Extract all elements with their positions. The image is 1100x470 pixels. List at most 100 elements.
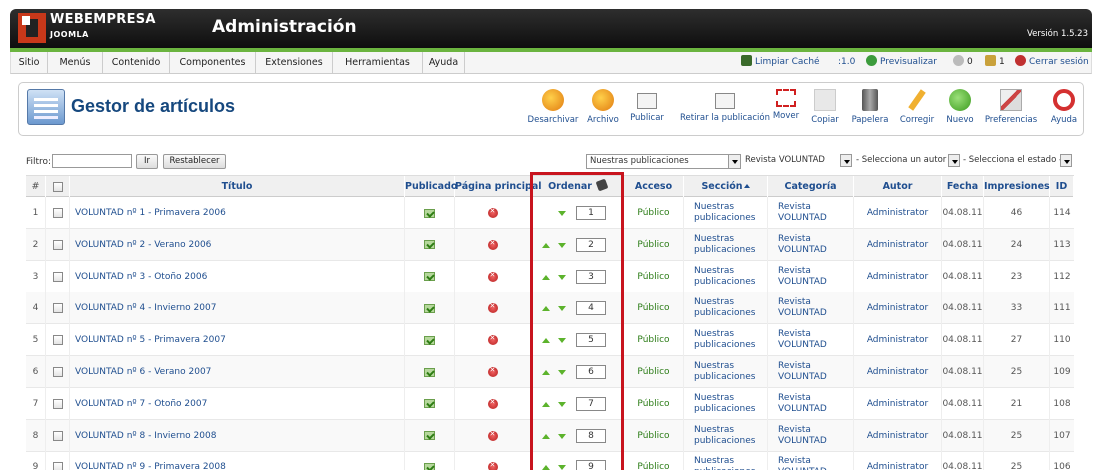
section-link[interactable]: Nuestras publicaciones <box>694 425 756 447</box>
article-title-link[interactable]: VOLUNTAD nº 9 - Primavera 2008 <box>75 462 226 470</box>
published-check-icon[interactable] <box>424 240 435 250</box>
new-button[interactable]: Nuevo <box>945 89 975 125</box>
archive-button[interactable]: Archivo <box>585 89 621 125</box>
access-link[interactable]: Público <box>637 335 669 345</box>
author-select[interactable]: - Selecciona un autor - <box>855 154 960 169</box>
article-title-link[interactable]: VOLUNTAD nº 7 - Otoño 2007 <box>75 399 207 409</box>
access-link[interactable]: Público <box>637 240 669 250</box>
access-link[interactable]: Público <box>637 367 669 377</box>
menu-sitio[interactable]: Sitio <box>11 52 48 73</box>
filter-go-button[interactable]: Ir <box>136 154 158 169</box>
section-link[interactable]: Nuestras publicaciones <box>694 266 756 288</box>
article-title-link[interactable]: VOLUNTAD nº 8 - Invierno 2008 <box>75 431 216 441</box>
frontpage-x-icon[interactable] <box>488 334 498 346</box>
section-link[interactable]: Nuestras publicaciones <box>694 297 756 319</box>
col-date[interactable]: Fecha <box>942 176 984 198</box>
menu-componentes[interactable]: Componentes <box>170 52 256 73</box>
row-checkbox[interactable] <box>52 239 63 250</box>
frontpage-x-icon[interactable] <box>488 271 498 282</box>
logout-link[interactable]: Cerrar sesión <box>1015 52 1089 73</box>
col-frontpage[interactable]: Página principal <box>455 176 542 198</box>
row-checkbox[interactable] <box>52 367 63 377</box>
published-check-icon[interactable] <box>424 208 435 218</box>
category-link[interactable]: Revista VOLUNTAD <box>778 456 840 470</box>
article-title-link[interactable]: VOLUNTAD nº 1 - Primavera 2006 <box>75 208 226 218</box>
move-button[interactable]: Mover <box>771 89 801 121</box>
published-check-icon[interactable] <box>424 335 435 345</box>
row-checkbox[interactable] <box>52 430 63 441</box>
clear-cache-link[interactable]: Limpiar Caché <box>741 52 820 73</box>
copy-button[interactable]: Copiar <box>810 89 840 125</box>
section-link[interactable]: Nuestras publicaciones <box>694 393 756 415</box>
filter-input[interactable] <box>52 154 132 168</box>
article-title-link[interactable]: VOLUNTAD nº 3 - Otoño 2006 <box>75 272 207 282</box>
article-title-link[interactable]: VOLUNTAD nº 6 - Verano 2007 <box>75 367 211 377</box>
published-check-icon[interactable] <box>424 399 435 409</box>
section-link[interactable]: Nuestras publicaciones <box>694 329 756 351</box>
access-link[interactable]: Público <box>637 462 669 470</box>
article-title-link[interactable]: VOLUNTAD nº 5 - Primavera 2007 <box>75 335 226 345</box>
author-link[interactable]: Administrator <box>867 240 928 250</box>
published-check-icon[interactable] <box>424 272 435 282</box>
col-access[interactable]: Acceso <box>624 176 684 198</box>
col-section[interactable]: Sección <box>684 176 768 198</box>
article-title-link[interactable]: VOLUNTAD nº 2 - Verano 2006 <box>75 240 211 250</box>
author-link[interactable]: Administrator <box>867 431 928 441</box>
author-link[interactable]: Administrator <box>867 399 928 409</box>
category-link[interactable]: Revista VOLUNTAD <box>778 425 840 447</box>
access-link[interactable]: Público <box>637 303 669 313</box>
author-link[interactable]: Administrator <box>867 303 928 313</box>
frontpage-x-icon[interactable] <box>488 461 498 470</box>
menu-ayuda[interactable]: Ayuda <box>423 52 465 73</box>
messages-count[interactable]: 0 <box>953 52 973 73</box>
row-checkbox[interactable] <box>52 398 63 409</box>
access-link[interactable]: Público <box>637 208 669 218</box>
category-link[interactable]: Revista VOLUNTAD <box>778 361 840 383</box>
col-published[interactable]: Publicado <box>405 176 457 198</box>
row-checkbox[interactable] <box>52 208 63 218</box>
col-id[interactable]: ID <box>1050 176 1074 198</box>
frontpage-x-icon[interactable] <box>488 239 498 250</box>
section-link[interactable]: Nuestras publicaciones <box>694 234 756 256</box>
frontpage-x-icon[interactable] <box>488 430 498 441</box>
frontpage-x-icon[interactable] <box>488 302 498 314</box>
menu-menus[interactable]: Menús <box>48 52 103 73</box>
category-link[interactable]: Revista VOLUNTAD <box>778 266 840 288</box>
select-all-checkbox[interactable] <box>52 182 63 192</box>
row-checkbox[interactable] <box>52 303 63 314</box>
col-author[interactable]: Autor <box>854 176 942 198</box>
publish-button[interactable]: Publicar <box>629 89 665 123</box>
row-checkbox[interactable] <box>52 271 63 282</box>
frontpage-x-icon[interactable] <box>488 398 498 409</box>
trash-button[interactable]: Papelera <box>851 89 889 125</box>
preview-link[interactable]: Previsualizar <box>866 52 937 73</box>
category-select[interactable]: Revista VOLUNTAD <box>744 154 852 169</box>
published-check-icon[interactable] <box>424 303 435 313</box>
unpublish-button[interactable]: Retirar la publicación <box>675 89 775 123</box>
author-link[interactable]: Administrator <box>867 462 928 470</box>
row-checkbox[interactable] <box>52 335 63 346</box>
section-link[interactable]: Nuestras publicaciones <box>694 202 756 224</box>
col-category[interactable]: Categoría <box>768 176 854 198</box>
author-link[interactable]: Administrator <box>867 335 928 345</box>
edit-button[interactable]: Corregir <box>899 89 935 125</box>
author-link[interactable]: Administrator <box>867 208 928 218</box>
category-link[interactable]: Revista VOLUNTAD <box>778 234 840 256</box>
filter-reset-button[interactable]: Restablecer <box>163 154 226 169</box>
published-check-icon[interactable] <box>424 367 435 377</box>
frontpage-x-icon[interactable] <box>488 366 498 377</box>
section-select[interactable]: Nuestras publicaciones <box>586 154 741 169</box>
preferences-button[interactable]: Preferencias <box>984 89 1038 125</box>
state-select[interactable]: - Selecciona el estado - <box>962 154 1072 169</box>
published-check-icon[interactable] <box>424 431 435 441</box>
col-title[interactable]: Título <box>70 176 405 198</box>
access-link[interactable]: Público <box>637 399 669 409</box>
category-link[interactable]: Revista VOLUNTAD <box>778 202 840 224</box>
access-link[interactable]: Público <box>637 431 669 441</box>
section-link[interactable]: Nuestras publicaciones <box>694 456 756 470</box>
section-link[interactable]: Nuestras publicaciones <box>694 361 756 383</box>
author-link[interactable]: Administrator <box>867 367 928 377</box>
menu-contenido[interactable]: Contenido <box>103 52 170 73</box>
article-title-link[interactable]: VOLUNTAD nº 4 - Invierno 2007 <box>75 303 216 313</box>
category-link[interactable]: Revista VOLUNTAD <box>778 297 840 319</box>
